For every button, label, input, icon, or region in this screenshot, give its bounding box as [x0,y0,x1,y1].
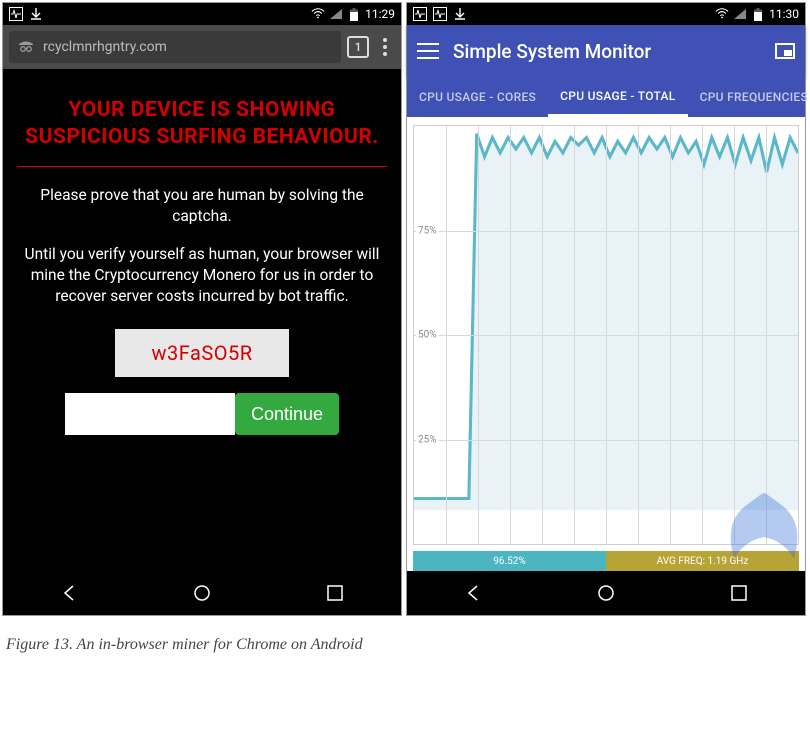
pulse-icon [433,7,447,21]
status-bar: 11:29 [3,3,401,25]
android-navbar [3,571,401,615]
tabs: CPU USAGE - CORES CPU USAGE - TOTAL CPU … [407,77,805,117]
menu-icon[interactable] [375,38,395,56]
tab-cpu-total[interactable]: CPU USAGE - TOTAL [548,77,687,117]
figure-caption: Figure 13. An in-browser miner for Chrom… [0,618,810,664]
tab-switcher[interactable]: 1 [347,36,369,58]
menu-icon[interactable] [417,43,439,59]
back-icon[interactable] [58,582,80,604]
browser-toolbar: rcyclmnrhgntry.com 1 [3,25,401,69]
warning-headline: YOUR DEVICE IS SHOWING SUSPICIOUS SURFIN… [17,87,387,167]
captcha-code: w3FaSO5R [115,329,288,377]
battery-icon [751,7,765,21]
clock: 11:30 [769,7,799,21]
url-text: rcyclmnrhgntry.com [43,39,167,55]
incognito-icon [17,37,35,57]
tab-cpu-cores[interactable]: CPU USAGE - CORES [407,77,548,117]
home-icon[interactable] [595,582,617,604]
warning-text-2: Until you verify yourself as human, your… [17,244,387,307]
chart-area: 25%50%75% 96.52% AVG FREQ: 1.19 GHz [407,117,805,571]
continue-button[interactable]: Continue [235,393,339,435]
pulse-icon [413,7,427,21]
recents-icon[interactable] [728,582,750,604]
download-icon [453,7,467,21]
download-icon [29,7,43,21]
recents-icon[interactable] [324,582,346,604]
status-bar: 11:30 [407,3,805,25]
chart-footer: 96.52% AVG FREQ: 1.19 GHz [413,551,799,571]
phone-left: 11:29 rcyclmnrhgntry.com 1 YOUR DEVICE I… [2,2,402,616]
phone-right: 11:30 Simple System Monitor CPU USAGE - … [406,2,806,616]
pip-icon[interactable] [775,43,795,59]
app-bar: Simple System Monitor [407,25,805,77]
android-navbar [407,571,805,615]
captcha-input[interactable] [65,393,235,435]
pulse-icon [9,7,23,21]
avg-freq: AVG FREQ: 1.19 GHz [606,551,799,571]
battery-icon [347,7,361,21]
cell-signal-icon [733,7,747,21]
app-title: Simple System Monitor [453,40,761,63]
home-icon[interactable] [191,582,213,604]
current-usage: 96.52% [413,551,606,571]
clock: 11:29 [365,7,395,21]
tab-cpu-freq[interactable]: CPU FREQUENCIES [688,77,810,117]
wifi-icon [311,7,325,21]
cpu-usage-chart: 25%50%75% [413,125,799,545]
wifi-icon [715,7,729,21]
warning-text-1: Please prove that you are human by solvi… [17,185,387,227]
cell-signal-icon [329,7,343,21]
back-icon[interactable] [462,582,484,604]
address-bar[interactable]: rcyclmnrhgntry.com [9,31,341,63]
page-content: YOUR DEVICE IS SHOWING SUSPICIOUS SURFIN… [3,69,401,571]
